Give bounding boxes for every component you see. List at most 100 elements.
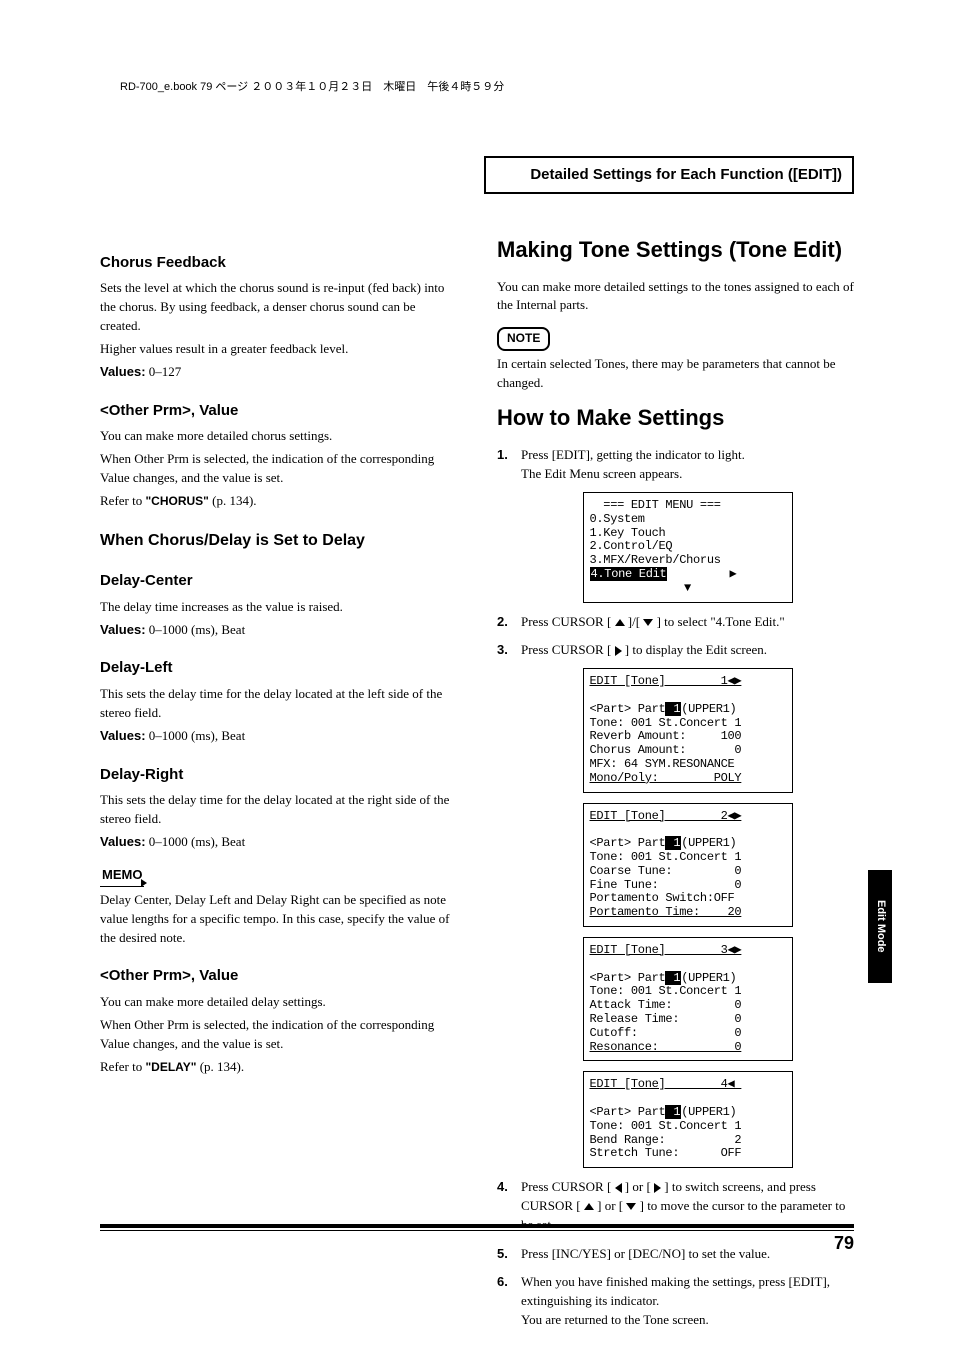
step-3: Press CURSOR [ ] to display the Edit scr… <box>497 641 854 1168</box>
step-2-pre: Press CURSOR [ <box>521 614 615 629</box>
memo-label: MEMO <box>100 866 144 887</box>
lcd5-l1: EDIT [Tone] 4◀ <box>590 1078 786 1092</box>
cursor-left-icon <box>615 1183 622 1193</box>
steps-list: Press [EDIT], getting the indicator to l… <box>497 446 854 1330</box>
section-title-text: Detailed Settings for Each Function ([ED… <box>530 166 842 183</box>
side-tab: Edit Mode <box>868 870 892 983</box>
step-2: Press CURSOR [ ]/[ ] to select "4.Tone E… <box>497 613 854 632</box>
lcd1-l1: === EDIT MENU === <box>590 498 721 512</box>
other-prm-1-heading: <Other Prm>, Value <box>100 400 457 422</box>
lcd2-part-badge: 1 <box>665 702 681 716</box>
lcd5-l3: Tone: 001 St.Concert 1 <box>590 1119 742 1133</box>
ref-post: (p. 134). <box>209 493 257 508</box>
lcd5-l2a: <Part> Part <box>590 1105 666 1119</box>
lcd1-arrow-down-icon: ▼ <box>590 582 786 596</box>
making-tone-p1: You can make more detailed settings to t… <box>497 278 854 316</box>
other-prm-2-p2: When Other Prm is selected, the indicati… <box>100 1016 457 1054</box>
footer-rule <box>100 1224 854 1231</box>
lcd1-l2: 0.System <box>590 512 645 526</box>
ref-pre: Refer to <box>100 1059 145 1074</box>
lcd5-l4: Bend Range: 2 <box>590 1133 742 1147</box>
step-6: When you have finished making the settin… <box>497 1273 854 1330</box>
ref-quote: "DELAY" <box>145 1060 196 1074</box>
step-3-post: ] to display the Edit screen. <box>622 642 768 657</box>
values-label: Values: <box>100 728 146 743</box>
making-tone-heading: Making Tone Settings (Tone Edit) <box>497 234 854 266</box>
lcd4-l1: EDIT [Tone] 3◀▶ <box>590 944 786 958</box>
lcd4-l2b: (UPPER1) <box>681 971 736 985</box>
memo-p1: Delay Center, Delay Left and Delay Right… <box>100 891 457 948</box>
cursor-right-icon <box>654 1183 661 1193</box>
lcd3-l7: Portamento Time: 20 <box>590 905 742 919</box>
lcd1-l5: 3.MFX/Reverb/Chorus <box>590 553 721 567</box>
note-label: NOTE <box>497 327 550 350</box>
page-number: 79 <box>834 1230 854 1256</box>
lcd4-part-badge: 1 <box>665 971 681 985</box>
lcd3-l2b: (UPPER1) <box>681 836 736 850</box>
delay-right-values: Values: 0–1000 (ms), Beat <box>100 833 457 852</box>
values-value: 0–127 <box>149 364 182 379</box>
left-column: Chorus Feedback Sets the level at which … <box>100 234 457 1340</box>
other-prm-1-p2: When Other Prm is selected, the indicati… <box>100 450 457 488</box>
other-prm-1-ref: Refer to "CHORUS" (p. 134). <box>100 492 457 511</box>
step-1: Press [EDIT], getting the indicator to l… <box>497 446 854 602</box>
lcd1-l4: 2.Control/EQ <box>590 539 673 553</box>
lcd-screen-3: EDIT [Tone] 2◀▶ <Part> Part 1(UPPER1) To… <box>583 803 793 927</box>
lcd2-l1: EDIT [Tone] 1◀▶ <box>590 675 786 689</box>
lcd4-l5: Release Time: 0 <box>590 1012 742 1026</box>
lcd2-l4: Reverb Amount: 100 <box>590 729 742 743</box>
lcd1-l6b: ▶ <box>667 567 736 581</box>
step-4-d: ] or [ <box>594 1198 627 1213</box>
lcd2-l7: Mono/Poly: POLY <box>590 771 742 785</box>
delay-center-p1: The delay time increases as the value is… <box>100 598 457 617</box>
lcd2-l5: Chorus Amount: 0 <box>590 743 742 757</box>
lcd2-l2a: <Part> Part <box>590 702 666 716</box>
cursor-right-icon <box>615 646 622 656</box>
lcd1-l6a: 4.Tone Edit <box>590 567 668 581</box>
lcd3-l4: Coarse Tune: 0 <box>590 864 742 878</box>
lcd3-l3: Tone: 001 St.Concert 1 <box>590 850 742 864</box>
ref-post: (p. 134). <box>196 1059 244 1074</box>
step-5: Press [INC/YES] or [DEC/NO] to set the v… <box>497 1245 854 1264</box>
step-6-line-b: You are returned to the Tone screen. <box>521 1312 709 1327</box>
chorus-feedback-p2: Higher values result in a greater feedba… <box>100 340 457 359</box>
delay-right-p1: This sets the delay time for the delay l… <box>100 791 457 829</box>
other-prm-2-heading: <Other Prm>, Value <box>100 965 457 987</box>
lcd4-l7: Resonance: 0 <box>590 1040 742 1054</box>
when-delay-heading: When Chorus/Delay is Set to Delay <box>100 529 457 552</box>
lcd4-l3: Tone: 001 St.Concert 1 <box>590 984 742 998</box>
lcd3-l6: Portamento Switch:OFF <box>590 891 735 905</box>
cursor-up-icon <box>584 1203 594 1210</box>
lcd4-l2a: <Part> Part <box>590 971 666 985</box>
ref-quote: "CHORUS" <box>145 494 208 508</box>
chorus-feedback-p1: Sets the level at which the chorus sound… <box>100 279 457 336</box>
step-4-a: Press CURSOR [ <box>521 1179 615 1194</box>
lcd3-part-badge: 1 <box>665 836 681 850</box>
lcd5-l5: Stretch Tune: OFF <box>590 1146 742 1160</box>
values-value: 0–1000 (ms), Beat <box>149 728 245 743</box>
delay-center-values: Values: 0–1000 (ms), Beat <box>100 621 457 640</box>
step-2-mid: ]/[ <box>625 614 644 629</box>
lcd4-l6: Cutoff: 0 <box>590 1026 742 1040</box>
lcd5-part-badge: 1 <box>665 1105 681 1119</box>
lcd2-l3: Tone: 001 St.Concert 1 <box>590 716 742 730</box>
section-title: Detailed Settings for Each Function ([ED… <box>484 156 854 194</box>
values-value: 0–1000 (ms), Beat <box>149 622 245 637</box>
lcd-screen-2: EDIT [Tone] 1◀▶ <Part> Part 1(UPPER1) To… <box>583 668 793 792</box>
values-label: Values: <box>100 834 146 849</box>
lcd4-l4: Attack Time: 0 <box>590 998 742 1012</box>
ref-pre: Refer to <box>100 493 145 508</box>
values-label: Values: <box>100 622 146 637</box>
lcd1-l3: 1.Key Touch <box>590 526 666 540</box>
other-prm-2-p1: You can make more detailed delay setting… <box>100 993 457 1012</box>
step-5-text: Press [INC/YES] or [DEC/NO] to set the v… <box>521 1246 770 1261</box>
values-value: 0–1000 (ms), Beat <box>149 834 245 849</box>
delay-right-heading: Delay-Right <box>100 764 457 786</box>
lcd-screen-4: EDIT [Tone] 3◀▶ <Part> Part 1(UPPER1) To… <box>583 937 793 1061</box>
cursor-down-icon <box>626 1203 636 1210</box>
lcd3-l1: EDIT [Tone] 2◀▶ <box>590 810 786 824</box>
lcd2-l6: MFX: 64 SYM.RESONANCE <box>590 757 735 771</box>
delay-left-values: Values: 0–1000 (ms), Beat <box>100 727 457 746</box>
cursor-down-icon <box>643 619 653 626</box>
step-2-post: ] to select "4.Tone Edit." <box>653 614 784 629</box>
